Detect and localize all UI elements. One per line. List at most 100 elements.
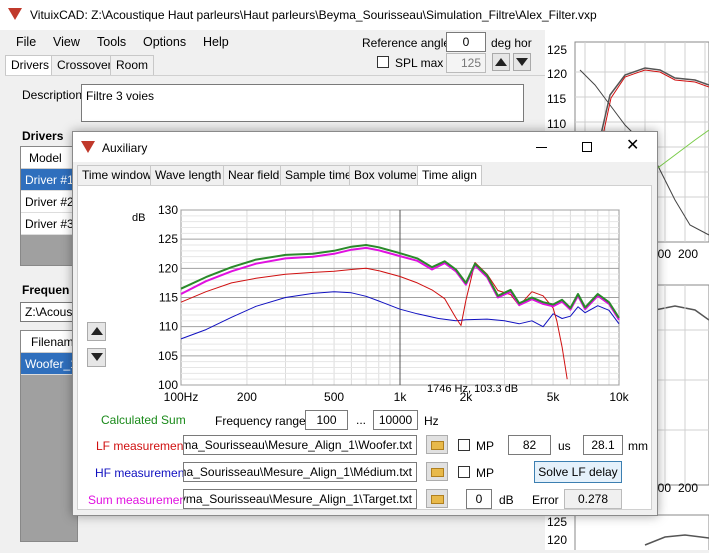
- right-bottom-ytick: 125: [547, 515, 567, 529]
- lf-mp-label: MP: [476, 439, 494, 453]
- tab-wave-length[interactable]: Wave length: [150, 165, 227, 185]
- reference-angle-input[interactable]: 0: [446, 32, 486, 52]
- drivers-column-model[interactable]: Model: [21, 147, 77, 169]
- scale-up-button[interactable]: [87, 322, 106, 341]
- tab-time-window[interactable]: Time window: [77, 165, 157, 185]
- x-tick-label: 5k: [547, 390, 561, 404]
- app-titlebar: VituixCAD: Z:\Acoustique Haut parleurs\H…: [0, 0, 709, 30]
- spl-max-input[interactable]: 125: [446, 53, 486, 73]
- right-mid-xtick: 200: [678, 481, 698, 495]
- x-tick-label: 100Hz: [164, 390, 199, 404]
- x-tick-label: 500: [324, 390, 344, 404]
- x-tick-label: 10k: [609, 390, 629, 404]
- app-title: VituixCAD: Z:\Acoustique Haut parleurs\H…: [30, 8, 597, 22]
- tab-time-align[interactable]: Time align: [417, 165, 482, 186]
- frequency-to-input[interactable]: 10000: [373, 410, 418, 430]
- x-tick-label: 200: [237, 390, 257, 404]
- spl-down-button[interactable]: [513, 53, 531, 71]
- reference-angle-unit: deg hor: [491, 36, 532, 50]
- tab-room[interactable]: Room: [110, 55, 155, 75]
- lf-distance-unit: mm: [628, 439, 648, 453]
- minimize-icon[interactable]: [536, 147, 547, 148]
- sum-gain-unit: dB: [499, 493, 514, 507]
- spl-up-button[interactable]: [492, 53, 510, 71]
- y-tick-label: 110: [159, 320, 178, 334]
- drivers-section-title: Drivers: [22, 129, 64, 143]
- app-logo-icon: [8, 8, 22, 20]
- time-align-chart[interactable]: 130125120115110105100100Hz 200 500 1k 2k 5k 10…: [111, 194, 635, 404]
- right-bottom-ytick: 120: [547, 533, 567, 547]
- scale-down-button[interactable]: [87, 348, 106, 367]
- y-tick-label: 130: [158, 203, 178, 217]
- tab-drivers[interactable]: Drivers: [5, 55, 55, 76]
- lf-file-path: \Beyma_Sourisseau\Mesure_Align_1\Woofer.…: [184, 438, 412, 452]
- lf-measurement-label: LF measurement: [96, 439, 187, 453]
- cursor-readout: 1746 Hz, 103.3 dB: [427, 383, 518, 395]
- hf-file-path: \Beyma_Sourisseau\Mesure_Align_1\Médium.…: [184, 465, 412, 479]
- menu-options[interactable]: Options: [143, 35, 186, 49]
- description-label: Description: [22, 88, 83, 102]
- lf-delay-input[interactable]: 82: [508, 435, 551, 455]
- lf-delay-unit: us: [558, 439, 571, 453]
- frequency-range-separator: ...: [356, 413, 367, 427]
- folder-icon: [431, 495, 444, 504]
- chart-grid: [180, 209, 620, 386]
- frequency-from-input[interactable]: 100: [305, 410, 348, 430]
- folder-icon: [431, 468, 444, 477]
- lf-open-button[interactable]: [426, 435, 448, 454]
- error-label: Error: [532, 493, 559, 507]
- right-top-ytick: 125: [547, 43, 567, 57]
- tab-crossover[interactable]: Crossover: [51, 55, 118, 75]
- hf-open-button[interactable]: [426, 462, 448, 481]
- right-top-ytick: 110: [547, 117, 566, 131]
- hf-measurement-label: HF measurement: [95, 466, 188, 480]
- reference-angle-label: Reference angle: [362, 36, 451, 50]
- right-top-ytick: 120: [547, 67, 567, 81]
- menu-help[interactable]: Help: [203, 35, 229, 49]
- hf-file-input[interactable]: \Beyma_Sourisseau\Mesure_Align_1\Médium.…: [183, 462, 417, 482]
- y-tick-label: 125: [158, 232, 178, 246]
- spl-max-label: SPL max: [395, 56, 444, 70]
- sum-file-path: s\Beyma_Sourisseau\Mesure_Align_1\Target…: [184, 492, 412, 506]
- frequency-unit: Hz: [424, 414, 439, 428]
- spl-max-checkbox[interactable]: [377, 56, 389, 68]
- dialog-title: Auxiliary: [102, 141, 148, 155]
- y-tick-label: 105: [158, 349, 178, 363]
- arrow-up-icon: [495, 58, 507, 66]
- drivers-list: Model Driver #1 Driver #2 Driver #3: [20, 146, 78, 266]
- driver-row[interactable]: Driver #3: [21, 213, 77, 235]
- sum-open-button[interactable]: [426, 489, 448, 508]
- frequency-file-list: Filenam Woofer_1: [20, 330, 78, 542]
- frequency-section-title: Frequen: [22, 283, 70, 297]
- description-input[interactable]: Filtre 3 voies: [81, 84, 524, 122]
- right-top-ytick: 115: [547, 92, 566, 106]
- maximize-icon[interactable]: [582, 142, 592, 152]
- auxiliary-dialog: Auxiliary ✕ Time window Wave length Near…: [72, 131, 658, 516]
- dialog-titlebar: Auxiliary ✕: [73, 132, 657, 162]
- chart-ylabel: dB: [132, 212, 145, 224]
- frequency-path-input[interactable]: Z:\Acousti: [20, 302, 76, 322]
- frequency-file-row[interactable]: Woofer_1: [21, 353, 77, 375]
- solve-lf-delay-button[interactable]: Solve LF delay: [534, 461, 622, 483]
- arrow-up-icon: [90, 327, 103, 335]
- lf-distance-input[interactable]: 28.1: [583, 435, 623, 455]
- tab-near-field[interactable]: Near field: [223, 165, 285, 185]
- driver-row[interactable]: Driver #1: [21, 169, 77, 191]
- driver-row[interactable]: Driver #2: [21, 191, 77, 213]
- sum-gain-input[interactable]: 0: [466, 489, 492, 509]
- tab-box-volume[interactable]: Box volume: [349, 165, 422, 185]
- sum-measurement-label: Sum measurement: [88, 493, 190, 507]
- right-top-xtick: 200: [678, 247, 698, 261]
- sum-file-input[interactable]: s\Beyma_Sourisseau\Mesure_Align_1\Target…: [183, 489, 417, 509]
- lf-file-input[interactable]: \Beyma_Sourisseau\Mesure_Align_1\Woofer.…: [183, 435, 417, 455]
- menu-file[interactable]: File: [16, 35, 36, 49]
- tab-sample-time[interactable]: Sample time: [280, 165, 357, 185]
- close-icon[interactable]: ✕: [626, 138, 639, 154]
- lf-mp-checkbox[interactable]: [458, 439, 470, 451]
- menu-tools[interactable]: Tools: [97, 35, 126, 49]
- dialog-logo-icon: [81, 141, 95, 153]
- menu-view[interactable]: View: [53, 35, 80, 49]
- frequency-column-filename[interactable]: Filenam: [21, 331, 77, 353]
- arrow-down-icon: [516, 58, 528, 66]
- hf-mp-checkbox[interactable]: [458, 466, 470, 478]
